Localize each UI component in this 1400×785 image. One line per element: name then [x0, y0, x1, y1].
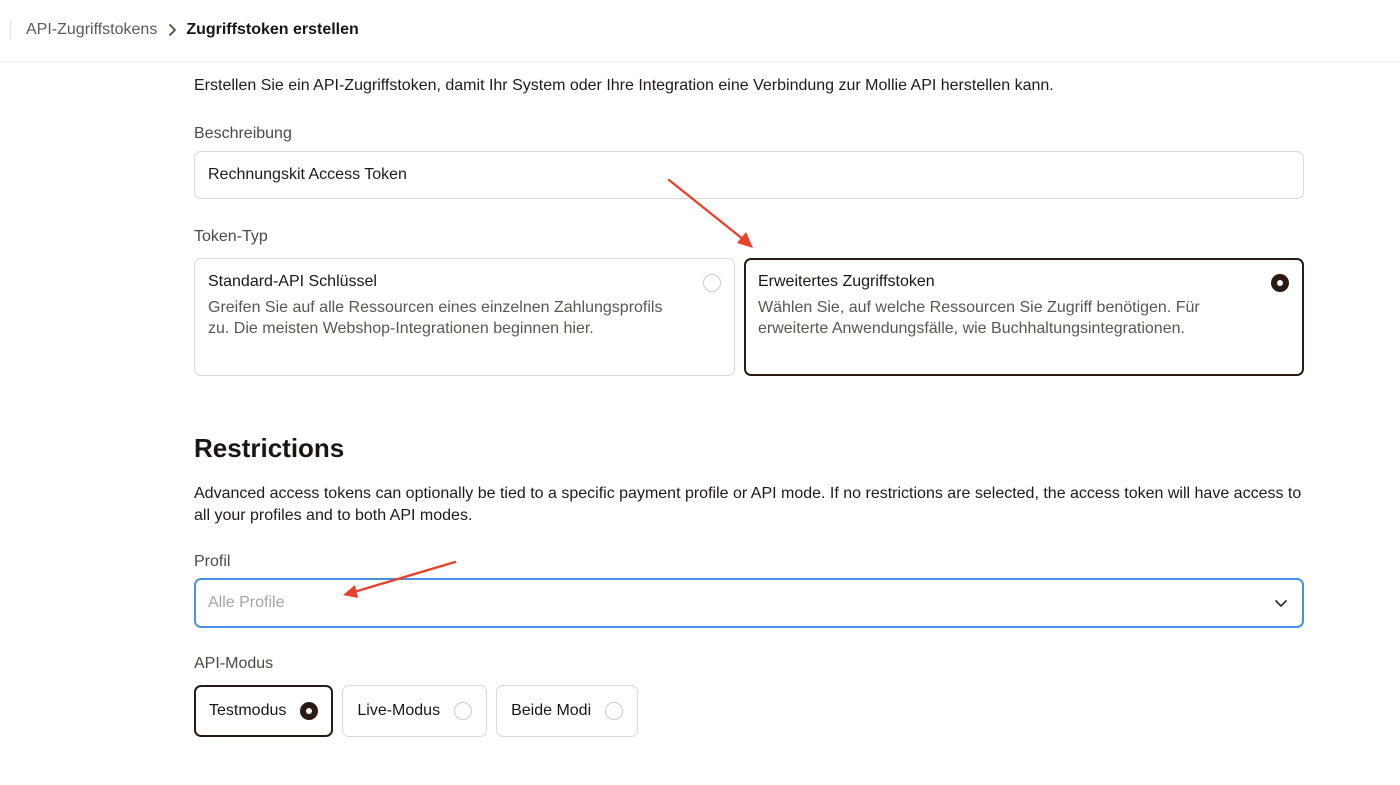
restrictions-text: Advanced access tokens can optionally be…: [194, 485, 1302, 524]
breadcrumb-current: Zugriffstoken erstellen: [186, 21, 359, 38]
api-mode-both[interactable]: Beide Modi: [496, 685, 639, 737]
api-mode-label: API-Modus: [194, 655, 274, 672]
breadcrumb: API-Zugriffstokens Zugriffstoken erstell…: [26, 0, 359, 60]
chevron-right-icon: [167, 23, 177, 37]
profile-select-placeholder: Alle Profile: [208, 594, 285, 611]
option-description: Greifen Sie auf alle Ressourcen eines ei…: [208, 299, 663, 337]
description-label: Beschreibung: [194, 125, 292, 142]
api-mode-test[interactable]: Testmodus: [194, 685, 334, 737]
token-type-option-advanced[interactable]: Erweitertes Zugriffstoken Wählen Sie, au…: [744, 258, 1304, 376]
radio-unselected-icon[interactable]: [703, 274, 721, 292]
api-mode-label-text: Live-Modus: [357, 702, 441, 719]
radio-unselected-icon[interactable]: [605, 702, 624, 720]
intro-text: Erstellen Sie ein API-Zugriffstoken, dam…: [194, 77, 1054, 94]
description-input[interactable]: [194, 151, 1304, 199]
divider: [10, 20, 11, 40]
option-description: Wählen Sie, auf welche Ressourcen Sie Zu…: [758, 299, 1200, 337]
option-title: Erweitertes Zugriffstoken: [758, 273, 935, 290]
radio-selected-icon[interactable]: [300, 702, 319, 720]
profile-select[interactable]: Alle Profile: [194, 578, 1304, 628]
profile-label: Profil: [194, 553, 231, 570]
option-title: Standard-API Schlüssel: [208, 273, 377, 290]
top-bar: API-Zugriffstokens Zugriffstoken erstell…: [0, 0, 1400, 62]
token-type-label: Token-Typ: [194, 228, 268, 245]
radio-selected-icon[interactable]: [1271, 274, 1289, 292]
breadcrumb-parent-link[interactable]: API-Zugriffstokens: [26, 21, 157, 39]
api-mode-options: Testmodus Live-Modus Beide Modi: [194, 685, 639, 737]
api-mode-label-text: Testmodus: [209, 702, 287, 719]
api-mode-live[interactable]: Live-Modus: [342, 685, 488, 737]
token-type-option-standard[interactable]: Standard-API Schlüssel Greifen Sie auf a…: [194, 258, 735, 376]
chevron-down-icon: [1274, 596, 1288, 615]
restrictions-heading: Restrictions: [194, 433, 345, 463]
radio-unselected-icon[interactable]: [454, 702, 473, 720]
api-mode-label-text: Beide Modi: [511, 702, 592, 719]
